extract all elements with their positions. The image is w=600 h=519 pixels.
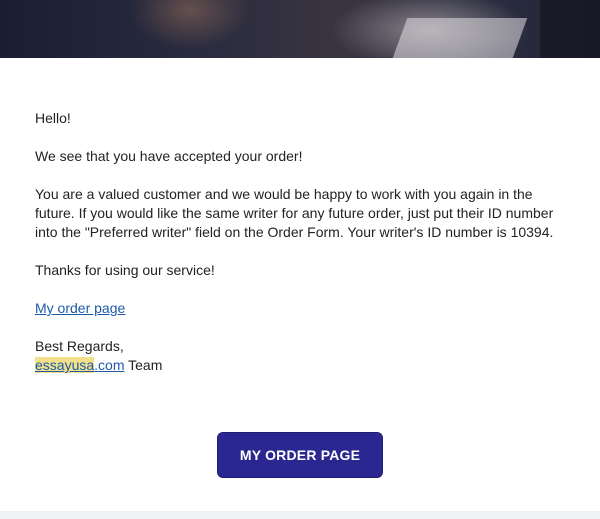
email-page: Hello! We see that you have accepted you…	[0, 0, 600, 519]
header-image	[0, 0, 600, 58]
thanks-text: Thanks for using our service!	[35, 262, 215, 278]
greeting-text: Hello!	[35, 110, 71, 126]
my-order-page-button[interactable]: MY ORDER PAGE	[217, 432, 383, 478]
accepted-text: We see that you have accepted your order…	[35, 148, 303, 164]
my-order-page-link[interactable]: My order page	[35, 300, 125, 316]
regards-text: Best Regards,	[35, 338, 124, 354]
team-text: Team	[124, 357, 163, 373]
brand-link-highlight: essayusa	[35, 357, 95, 373]
email-body: Hello! We see that you have accepted you…	[35, 109, 565, 375]
brand-link-domain: .com	[94, 357, 125, 373]
signature: Best Regards, essayusa.com Team	[35, 337, 565, 375]
footer-bar	[0, 511, 600, 519]
brand-link[interactable]: essayusa.com	[35, 357, 125, 373]
valued-customer-text: You are a valued customer and we would b…	[35, 186, 554, 240]
